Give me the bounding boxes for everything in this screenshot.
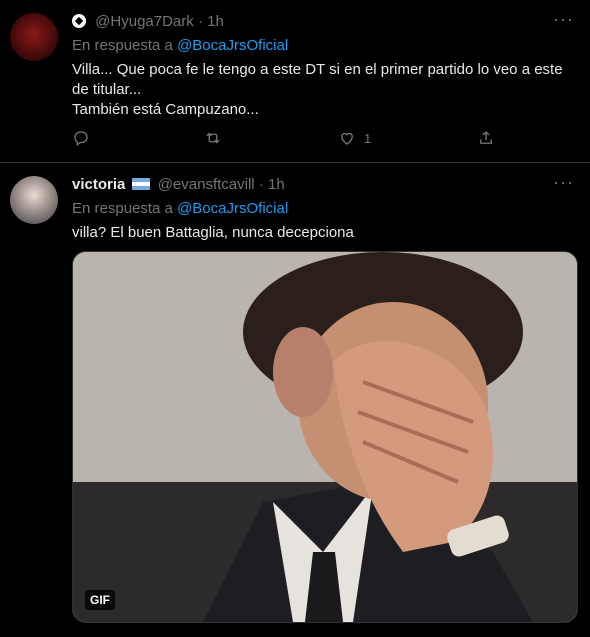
heart-icon [341, 132, 353, 145]
share-button[interactable] [477, 129, 495, 147]
avatar[interactable] [10, 13, 58, 61]
like-count: 1 [364, 130, 372, 146]
tweet-1[interactable]: @Hyuga7Dark · 1h ··· En respuesta a @Boc… [0, 0, 590, 163]
tweet-header: victoria @evansftcavill · 1h [72, 176, 285, 193]
tweet-actions: 1 [72, 129, 502, 149]
retweet-button[interactable] [204, 129, 222, 147]
handle[interactable]: @evansftcavill [158, 176, 255, 193]
more-horizontal-icon[interactable]: ··· [553, 10, 574, 28]
like-button[interactable]: 1 [338, 129, 371, 147]
share-icon [480, 131, 492, 144]
display-name[interactable]: victoria [72, 176, 125, 193]
gif-media[interactable]: GIF [72, 251, 578, 623]
reply-context: En respuesta a @BocaJrsOficial [72, 37, 289, 54]
reply-context: En respuesta a @BocaJrsOficial [72, 200, 289, 217]
tweet-text: villa? El buen Battaglia, nunca decepcio… [72, 224, 354, 241]
gif-badge: GIF [85, 590, 115, 610]
tweet-text: Villa... Que poca fe le tengo a este DT … [72, 61, 563, 118]
more-horizontal-icon[interactable]: ··· [553, 173, 574, 191]
avatar[interactable] [10, 176, 58, 224]
argentina-flag-icon [131, 178, 150, 190]
tweet-2[interactable]: victoria @evansftcavill · 1h ··· En resp… [0, 163, 590, 637]
reply-to-link[interactable]: @BocaJrsOficial [177, 37, 288, 54]
retweet-icon [206, 132, 220, 144]
reply-to-link[interactable]: @BocaJrsOficial [177, 200, 288, 217]
reply-icon [74, 131, 88, 147]
timestamp[interactable]: 1h [207, 13, 224, 30]
handle[interactable]: @Hyuga7Dark [95, 13, 194, 30]
soccer-ball-icon [72, 14, 86, 28]
gif-image [73, 252, 577, 622]
reply-button[interactable] [72, 129, 90, 147]
timestamp[interactable]: 1h [268, 176, 285, 193]
tweet-header: @Hyuga7Dark · 1h [72, 12, 224, 32]
